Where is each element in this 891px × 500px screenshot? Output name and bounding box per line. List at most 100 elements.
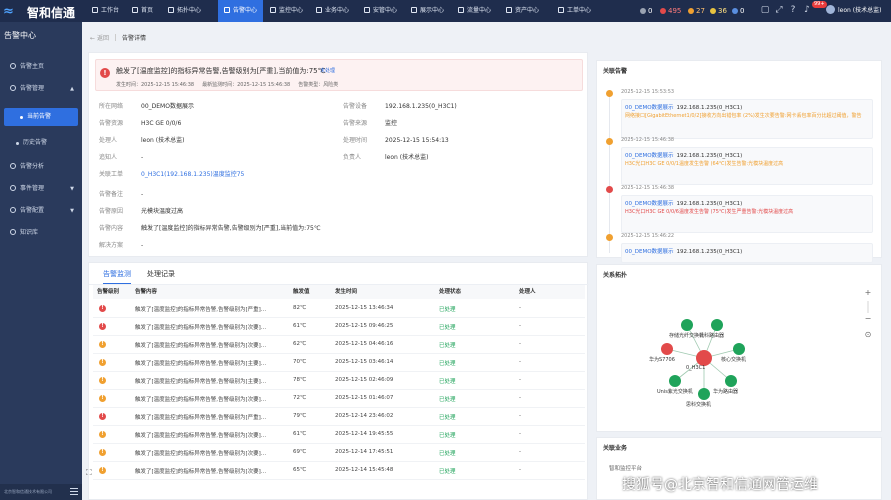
topology-graph[interactable] [597,265,883,433]
row-status: 已处理 [439,451,456,457]
business-icon [316,7,322,13]
help-icon[interactable]: ? [788,5,798,15]
fullscreen-icon[interactable]: ⤢ [774,5,784,15]
nav-monitor[interactable]: 监控中心 [270,0,303,22]
fit-view-button[interactable]: ⊙ [861,329,875,341]
nav-display[interactable]: 展示中心 [411,0,444,22]
nav-security[interactable]: 安管中心 [364,0,397,22]
field-resource: 告警资源 H3C GE 0/0/6 [99,120,182,127]
zoom-in-button[interactable]: + [861,287,875,299]
row-value: 78℃ [293,377,307,383]
related-alarm-card[interactable]: 00_DEMO数据展示 192.168.1.235(0_H3C1) H3C光口H3C… [621,195,873,233]
menu-icon[interactable] [70,488,78,495]
related-alarm-card[interactable]: 00_DEMO数据展示 192.168.1.235(0_H3C1) 网络接口[Gig… [621,99,873,139]
row-handler: - [519,431,521,437]
notification-badge: 99+ [812,1,827,8]
topology-node[interactable] [698,388,710,400]
row-handler: - [519,359,521,365]
level-icon: ! [99,467,106,474]
business-item[interactable]: 智和监控平台 [609,464,642,472]
counter-major[interactable]: 27 [688,0,705,22]
sidebar-item-alarm-config[interactable]: 告警配置 ▼ [0,202,82,220]
topology-node[interactable] [681,319,693,331]
counter-critical[interactable]: 495 [660,0,681,22]
row-content: 触发了[温度监控]的指标异常告警,告警级别为[严重]... [135,415,267,421]
topology-node-label: 0_H3C1 [686,365,706,371]
level-icon: ! [99,395,106,402]
topology-node-label: 华为路由器 [713,389,739,395]
nav-home[interactable]: 首页 [132,0,153,22]
row-status: 已处理 [439,343,456,349]
screen-icon[interactable]: ▢ [760,5,770,15]
monitor-icon [270,7,276,13]
sidebar-item-alarm-manage[interactable]: 告警管理 ▲ [0,80,82,98]
topology-node[interactable] [669,375,681,387]
table-row[interactable]: ! 触发了[温度监控]的指标异常告警,告警级别为[主要]... 78℃ 2025-12… [93,372,585,390]
zoom-out-button[interactable]: − [861,313,875,325]
table-row[interactable]: ! 触发了[温度监控]的指标异常告警,告警级别为[次要]... 72℃ 2025-12… [93,390,585,408]
alarm-detail-panel: ! 触发了[温度监控]的指标异常告警,告警级别为[严重],当前值为:75℃ 未处… [88,52,588,257]
row-content: 触发了[温度监控]的指标异常告警,告警级别为[次要]... [135,451,267,457]
topology-panel: 关系拓扑 + − ⊙ 存储光纤交换机 计科路由器 华为S7706 0_H3C1 核心交换… [596,264,882,432]
nav-business[interactable]: 业务中心 [316,0,349,22]
tab-handle-record[interactable]: 处理记录 [147,269,175,279]
row-value: 62℃ [293,341,307,347]
table-row[interactable]: ! 触发了[温度监控]的指标异常告警,告警级别为[主要]... 70℃ 2025-12… [93,354,585,372]
field-workorder: 关联工单 0_H3C1(192.168.1.235)温度监控75 [99,171,245,178]
nav-alarm[interactable]: 告警中心 [218,0,264,22]
gear-icon [10,207,16,213]
table-row[interactable]: ! 触发了[温度监控]的指标异常告警,告警级别为[次要]... 61℃ 2025-12… [93,318,585,336]
nav-workorder[interactable]: 工单中心 [558,0,591,22]
sidebar-item-event-manage[interactable]: 事件管理 ▼ [0,180,82,198]
topology-node-label: 华为S7706 [649,357,675,363]
topology-node[interactable] [733,343,745,355]
topology-node[interactable] [661,343,673,355]
table-row[interactable]: ! 触发了[温度监控]的指标异常告警,告警级别为[严重]... 79℃ 2025-12… [93,408,585,426]
row-content: 触发了[温度监控]的指标异常告警,告警级别为[次要]... [135,343,267,349]
breadcrumb: ← 返回 告警详情 [90,33,146,42]
counter-info[interactable]: 0 [732,0,744,22]
nav-traffic[interactable]: 流量中心 [458,0,491,22]
logo-text: 智和信通 [27,6,76,20]
alarm-meta: 发生时间：2025-12-15 15:46:38 最新监测时间：2025-12-1… [116,82,339,88]
topology-node[interactable] [696,350,712,366]
topology-node[interactable] [725,375,737,387]
bell-icon[interactable]: ♪ [802,5,812,15]
nav-topology[interactable]: 拓扑中心 [168,0,201,22]
expand-icon[interactable]: ⛶ [86,468,92,478]
tab-alarm-monitor[interactable]: 告警监测 [103,269,131,284]
sidebar-item-current-alarm[interactable]: 当前告警 [4,108,78,126]
related-alarm-card[interactable]: 00_DEMO数据展示 192.168.1.235(0_H3C1) [621,243,873,263]
app-logo[interactable]: ≈ 智和信通 [3,2,87,20]
table-row[interactable]: ! 触发了[温度监控]的指标异常告警,告警级别为[次要]... 62℃ 2025-12… [93,336,585,354]
row-content: 触发了[温度监控]的指标异常告警,告警级别为[严重]... [135,307,267,313]
card-source: 00_DEMO数据展示 192.168.1.235(0_H3C1) [625,249,743,255]
table-row[interactable]: ! 触发了[温度监控]的指标异常告警,告警级别为[次要]... 65℃ 2025-12… [93,462,585,480]
traffic-icon [458,7,464,13]
book-icon [10,229,16,235]
nav-workbench[interactable]: 工作台 [92,0,119,22]
back-link[interactable]: ← 返回 [90,35,109,42]
table-row[interactable]: ! 触发了[温度监控]的指标异常告警,告警级别为[次要]... 69℃ 2025-12… [93,444,585,462]
row-value: 79℃ [293,413,307,419]
col-status: 处理状态 [439,289,462,295]
sidebar-item-knowledge[interactable]: 知识库 [0,224,82,242]
row-handler: - [519,341,521,347]
user-menu[interactable]: leon (技术总监) [826,0,881,22]
counter-minor[interactable]: 36 [710,0,727,22]
nav-asset[interactable]: 资产中心 [506,0,539,22]
counter-gray[interactable]: 0 [640,0,652,22]
row-value: 61℃ [293,431,307,437]
sidebar-item-alarm-home[interactable]: 告警主页 [0,58,82,76]
divider [114,34,116,41]
related-alarm-card[interactable]: 00_DEMO数据展示 192.168.1.235(0_H3C1) H3C光口H3C… [621,147,873,185]
row-status: 已处理 [439,469,456,475]
col-time: 发生时间 [335,289,358,295]
topology-node[interactable] [711,319,723,331]
related-alarms-title: 关联告警 [603,68,628,75]
table-row[interactable]: ! 触发了[温度监控]的指标异常告警,告警级别为[严重]... 82℃ 2025-12… [93,300,585,318]
workorder-link[interactable]: 0_H3C1(192.168.1.235)温度监控75 [141,171,244,178]
table-row[interactable]: ! 触发了[温度监控]的指标异常告警,告警级别为[次要]... 61℃ 2025-12… [93,426,585,444]
sidebar-item-alarm-analysis[interactable]: 告警分析 [0,158,82,176]
sidebar-item-history-alarm[interactable]: 历史告警 [0,134,82,152]
